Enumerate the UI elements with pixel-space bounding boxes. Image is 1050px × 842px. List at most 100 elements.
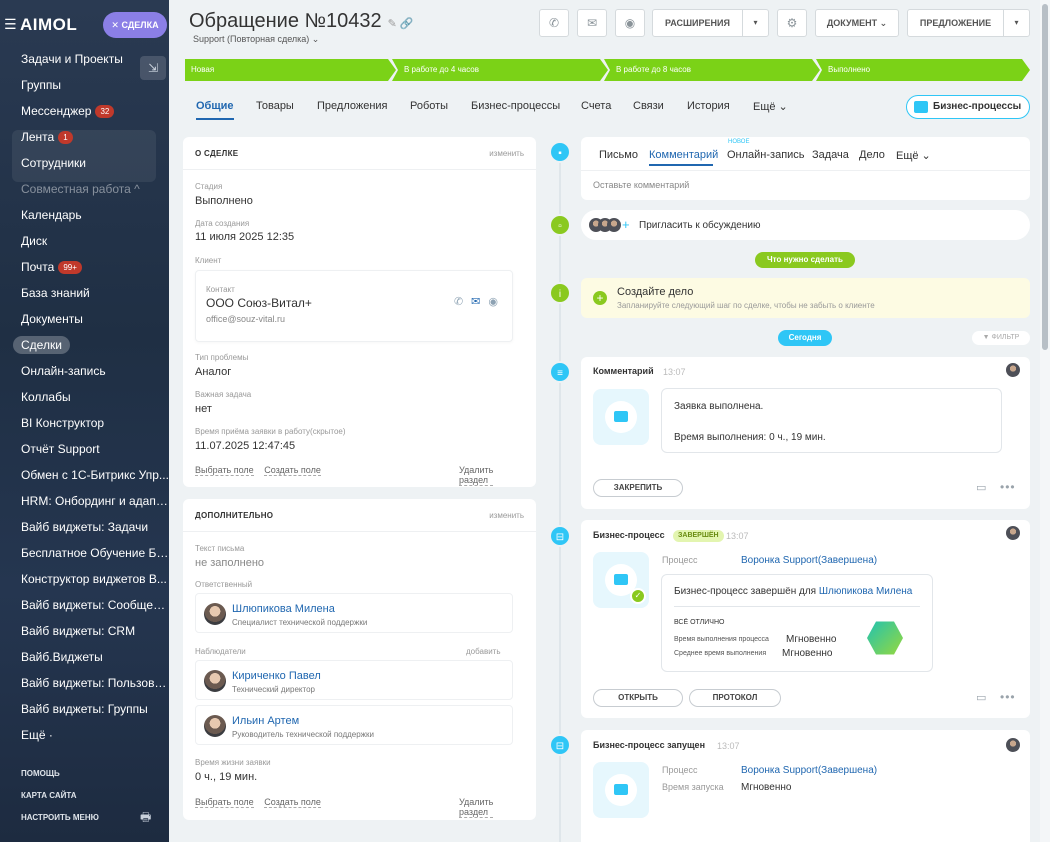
observer-person[interactable]: Ильин Артем Руководитель технической под… (195, 705, 513, 745)
tab-task[interactable]: Задача (812, 149, 849, 161)
contact-email[interactable]: office@souz-vital.ru (206, 314, 285, 324)
tab-offers[interactable]: Предложения (317, 100, 388, 112)
sidebar-item-documents[interactable]: Документы (0, 306, 169, 332)
business-processes-button[interactable]: Бизнес-процессы (906, 95, 1030, 119)
chevron-down-icon[interactable]: ▾ (742, 10, 768, 36)
person-name[interactable]: Кириченко Павел (232, 670, 321, 682)
observer-person[interactable]: Кириченко Павел Технический директор (195, 660, 513, 700)
contact-name[interactable]: ООО Союз-Витал+ (206, 296, 312, 310)
chat-icon[interactable]: ◉ (615, 9, 645, 37)
create-field-link[interactable]: Создать поле (264, 465, 321, 476)
note-icon[interactable]: ▭ (976, 691, 986, 704)
plus-icon[interactable]: + (622, 217, 630, 232)
mail-icon[interactable]: ✉ (471, 296, 480, 308)
edit-link[interactable]: изменить (489, 149, 524, 158)
sidebar-item-hrm[interactable]: HRM: Онбординг и адапт... (0, 488, 169, 514)
tab-more[interactable]: Ещё ⌄ (896, 149, 931, 162)
more-icon[interactable]: ••• (1000, 480, 1016, 494)
sidebar-item-mail[interactable]: Почта 99+ (0, 254, 169, 280)
mail-icon[interactable]: ✉ (577, 9, 607, 37)
responsible-person[interactable]: Шлюпикова Милена Специалист технической … (195, 593, 513, 633)
chevron-down-icon[interactable]: ▾ (1003, 10, 1029, 36)
sidebar-item-vibe-groups[interactable]: Вайб виджеты: Группы (0, 696, 169, 722)
select-field-link[interactable]: Выбрать поле (195, 797, 254, 808)
sidebar-group-collab[interactable]: Совместная работа ^ (0, 176, 169, 202)
sidebar-item-widget-builder[interactable]: Конструктор виджетов В... (0, 566, 169, 592)
protocol-button[interactable]: ПРОТОКОЛ (689, 689, 781, 707)
sidebar-item-employees[interactable]: Сотрудники (0, 150, 169, 176)
help-link[interactable]: ПОМОЩЬ (21, 766, 161, 788)
scrollbar[interactable] (1040, 0, 1050, 842)
sidebar-item-report[interactable]: Отчёт Support (0, 436, 169, 462)
delete-section-link[interactable]: Удалить раздел (459, 797, 494, 818)
filter-button[interactable]: ▼ ФИЛЬТР (972, 331, 1030, 345)
invite-label[interactable]: Пригласить к обсуждению (639, 220, 760, 231)
chat-icon[interactable]: ◉ (488, 296, 498, 308)
extensions-button[interactable]: РАСШИРЕНИЯ ▾ (652, 9, 769, 37)
stage-done[interactable]: Выполнено (816, 59, 1030, 81)
document-button[interactable]: ДОКУМЕНТ ⌄ (815, 9, 899, 37)
sidebar-item-more[interactable]: Ещё · (0, 722, 169, 748)
sidebar-item-feed[interactable]: Лента 1 (0, 124, 169, 150)
sidebar-item-vibe-crm[interactable]: Вайб виджеты: CRM (0, 618, 169, 644)
stage-in-work-4h[interactable]: В работе до 4 часов (392, 59, 608, 81)
tab-comment[interactable]: Комментарий (649, 149, 718, 161)
gear-icon[interactable]: ⚙ (777, 9, 807, 37)
sidebar-item-bi[interactable]: BI Конструктор (0, 410, 169, 436)
stage-in-work-8h[interactable]: В работе до 8 часов (604, 59, 820, 81)
sidebar-item-1c[interactable]: Обмен с 1С-Битрикс Упр... (0, 462, 169, 488)
offer-button[interactable]: ПРЕДЛОЖЕНИЕ ▾ (907, 9, 1030, 37)
sidebar-item-vibe-tasks[interactable]: Вайб виджеты: Задачи (0, 514, 169, 540)
create-task-title[interactable]: Создайте дело (617, 286, 693, 298)
phone-icon[interactable]: ✆ (454, 296, 463, 308)
tab-business-processes[interactable]: Бизнес-процессы (471, 100, 560, 112)
bp-finished-user[interactable]: Шлюпикова Милена (819, 586, 913, 597)
add-task-icon[interactable]: + (593, 291, 607, 305)
comment-input[interactable]: Оставьте комментарий (593, 180, 689, 190)
sidebar-item-vibe-messages[interactable]: Вайб виджеты: Сообщен... (0, 592, 169, 618)
tab-links[interactable]: Связи (633, 100, 664, 112)
tab-goods[interactable]: Товары (256, 100, 294, 112)
tab-general[interactable]: Общие (196, 100, 234, 120)
sidebar-item-collabs[interactable]: Коллабы (0, 384, 169, 410)
phone-icon[interactable]: ✆ (539, 9, 569, 37)
stage-value[interactable]: Выполнено (195, 195, 253, 207)
sidebar-item-messenger[interactable]: Мессенджер 32 (0, 98, 169, 124)
pipeline-selector[interactable]: Support (Повторная сделка) ⌄ (193, 34, 319, 45)
tab-more[interactable]: Ещё ⌄ (753, 100, 788, 113)
sidebar-item-booking[interactable]: Онлайн-запись (0, 358, 169, 384)
sidebar-item-training[interactable]: Бесплатное Обучение Би... (0, 540, 169, 566)
menu-icon[interactable]: ☰ (4, 16, 17, 33)
select-field-link[interactable]: Выбрать поле (195, 465, 254, 476)
edit-link[interactable]: изменить (489, 511, 524, 520)
tab-robots[interactable]: Роботы (410, 100, 448, 112)
open-button[interactable]: ОТКРЫТЬ (593, 689, 683, 707)
tab-history[interactable]: История (687, 100, 730, 112)
scrollbar-thumb[interactable] (1042, 4, 1048, 350)
more-icon[interactable]: ••• (1000, 690, 1016, 704)
sidebar-item-vibe-users[interactable]: Вайб виджеты: Пользова... (0, 670, 169, 696)
sidebar-item-knowledge[interactable]: База знаний (0, 280, 169, 306)
sidebar-item-calendar[interactable]: Календарь (0, 202, 169, 228)
sidebar-item-deals[interactable]: Сделки (0, 332, 169, 358)
logo[interactable]: AIMOL (20, 15, 77, 35)
sidebar-item-groups[interactable]: Группы (0, 72, 169, 98)
sidebar-item-disk[interactable]: Диск (0, 228, 169, 254)
delete-section-link[interactable]: Удалить раздел (459, 465, 494, 486)
tab-invoices[interactable]: Счета (581, 100, 611, 112)
person-name[interactable]: Шлюпикова Милена (232, 603, 335, 615)
tab-online-booking[interactable]: Онлайн-запись (727, 149, 805, 161)
stage-new[interactable]: Новая (185, 59, 396, 81)
process-link[interactable]: Воронка Support(Завершена) (741, 765, 877, 776)
deal-badge-button[interactable]: ✕ СДЕЛКА (103, 12, 167, 38)
sidebar-item-tasks[interactable]: Задачи и Проекты (0, 46, 169, 72)
tab-activity[interactable]: Дело (859, 149, 885, 161)
edit-pencil-icon[interactable]: ✎ 🔗 (388, 18, 414, 30)
person-name[interactable]: Ильин Артем (232, 715, 299, 727)
note-icon[interactable]: ▭ (976, 481, 986, 494)
invite-bar[interactable]: + Пригласить к обсуждению (581, 210, 1030, 240)
create-task-card[interactable]: + Создайте дело Запланируйте следующий ш… (581, 278, 1030, 318)
sidebar-item-vibe-widgets[interactable]: Вайб.Виджеты (0, 644, 169, 670)
add-observer-link[interactable]: добавить (466, 647, 501, 656)
printer-icon[interactable]: 🖶 (140, 808, 151, 829)
